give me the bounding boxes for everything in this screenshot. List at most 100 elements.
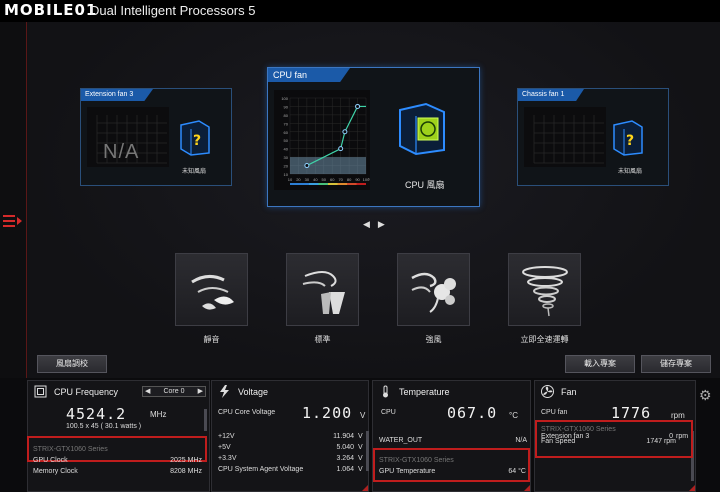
- mode-standard-button[interactable]: [286, 253, 359, 326]
- voltage-row-value: 1.064: [336, 466, 354, 473]
- fan-card-cpu[interactable]: CPU fan 100 90 80 70 60 50 40 30 20 10 10 20 30 40 50 6…: [267, 67, 480, 207]
- voltage-panel: Voltage CPU Core Voltage 1.200 V +12V 11…: [211, 380, 369, 492]
- voltage-row-label: CPU System Agent Voltage: [218, 466, 304, 473]
- resize-corner: [524, 485, 530, 491]
- resize-corner: [689, 485, 695, 491]
- x-tick-label: 20: [296, 177, 301, 182]
- temp-color-strip: [318, 183, 328, 185]
- resize-corner: [362, 485, 368, 491]
- temperature-main-value: 067.0: [447, 404, 498, 422]
- core-select[interactable]: ◀ Core 0 ▶: [142, 386, 206, 397]
- menu-icon[interactable]: [3, 215, 22, 229]
- prev-arrow[interactable]: ◀: [363, 219, 378, 229]
- cpu-fan-icon: [399, 102, 445, 156]
- save-profile-button[interactable]: 儲存專案: [641, 355, 711, 373]
- mode-turbo-button[interactable]: [397, 253, 470, 326]
- voltage-main-value: 1.200: [302, 404, 353, 422]
- x-axis-unit: °C: [368, 177, 370, 182]
- voltage-main-unit: V: [360, 411, 366, 420]
- core-prev-icon[interactable]: ◀: [145, 387, 150, 396]
- voltage-row-label: +12V: [218, 433, 235, 440]
- title-bar: MOBILE01 Dual Intelligent Processors 5: [0, 0, 720, 22]
- unknown-fan-label: 未知風扇: [618, 169, 643, 175]
- x-tick-label: 90: [355, 177, 360, 182]
- mode-silent-button[interactable]: [175, 253, 248, 326]
- voltage-row-unit: V: [358, 444, 363, 451]
- cpu-frequency-unit: MHz: [150, 410, 167, 419]
- temp-color-strip: [347, 183, 357, 185]
- cpu-frequency-value: 4524.2: [66, 405, 127, 423]
- unknown-fan-label: 未知風扇: [182, 169, 207, 175]
- mode-full-speed-label: 立即全速運轉: [520, 335, 569, 344]
- voltage-row-value: 11.904: [333, 433, 354, 440]
- silent-zone-area: [290, 157, 366, 174]
- fan-curve-point[interactable]: [304, 163, 310, 169]
- y-tick-label: 70: [284, 121, 289, 126]
- mode-full-speed-button[interactable]: [508, 253, 581, 326]
- y-tick-label: 80: [284, 113, 289, 118]
- gpu-clock-value: 2025 MHz: [170, 457, 202, 464]
- fan-card-extension-3[interactable]: Extension fan 3 N/A ? 未知風扇: [80, 88, 232, 186]
- fan-curve-point[interactable]: [338, 146, 344, 152]
- temp-color-strip: [290, 183, 300, 185]
- cpu-fan-label: CPU 風扇: [405, 180, 445, 190]
- voltage-row-value: 5.040: [336, 444, 354, 451]
- gpu-series-label: STRIX-GTX1060 Series: [541, 426, 616, 433]
- fan-card-title: Chassis fan 1: [518, 89, 584, 101]
- thermometer-icon: [383, 385, 388, 398]
- next-arrow[interactable]: ▶: [378, 219, 393, 229]
- standard-wind-icon: [302, 271, 345, 314]
- memory-clock-label: Memory Clock: [33, 468, 78, 475]
- gpu-clock-label: GPU Clock: [33, 457, 68, 464]
- core-select-value: Core 0: [163, 388, 185, 395]
- cpu-chip-icon: [34, 385, 47, 398]
- voltage-row-unit: V: [358, 433, 363, 440]
- temperature-main-label: CPU: [381, 409, 396, 416]
- fan-graph-empty: [524, 107, 606, 167]
- gpu-fan-speed-value: 1747 rpm: [646, 438, 676, 445]
- fan-card-title: Extension fan 3: [81, 89, 153, 101]
- full-speed-tornado-icon: [522, 266, 568, 317]
- fan-curve-point[interactable]: [355, 103, 361, 109]
- cpu-fan-curve-chart[interactable]: 10090807060504030201010 20 30 40 50 60 70 80 90 1…: [274, 90, 370, 190]
- mode-silent-label: 靜音: [203, 335, 220, 344]
- panel-title: Voltage: [238, 387, 269, 397]
- core-next-icon[interactable]: ▶: [198, 387, 203, 396]
- x-tick-label: 70: [338, 177, 343, 182]
- voltage-row-unit: V: [358, 466, 363, 473]
- temp-color-strip: [309, 183, 319, 185]
- empty-grid-icon: [533, 115, 604, 164]
- fan-card-chassis-1[interactable]: Chassis fan 1 ? 未知風扇: [517, 88, 669, 186]
- gpu-temperature-value: 64 °C: [508, 468, 526, 475]
- fan-tuning-button[interactable]: 風扇調校: [37, 355, 107, 373]
- x-tick-label: 80: [347, 177, 352, 182]
- cpu-frequency-detail: 100.5 x 45 ( 30.1 watts ): [66, 423, 142, 430]
- panel-title: Temperature: [399, 387, 450, 397]
- voltage-row-value: 3.264: [336, 455, 354, 462]
- y-tick-label: 90: [284, 104, 289, 109]
- svg-text:?: ?: [193, 133, 201, 149]
- fan-curve-point[interactable]: [342, 129, 348, 135]
- voltage-row-unit: V: [358, 455, 363, 462]
- y-tick-label: 60: [284, 130, 289, 135]
- gpu-temperature-box: [373, 448, 530, 482]
- gpu-fan-speed-label: Fan Speed: [541, 438, 576, 445]
- fan-main-unit: rpm: [671, 411, 685, 420]
- gpu-temperature-label: GPU Temperature: [379, 468, 436, 475]
- y-tick-label: 50: [284, 138, 289, 143]
- mode-turbo-label: 強風: [425, 335, 442, 344]
- scrollbar[interactable]: [366, 431, 369, 471]
- logo: MOBILE01: [4, 1, 97, 19]
- silent-leaf-icon: [191, 275, 234, 310]
- x-tick-label: 10: [288, 177, 293, 182]
- na-text: N/A: [103, 141, 140, 163]
- temperature-main-unit: °C: [509, 411, 518, 420]
- scrollbar[interactable]: [204, 409, 207, 431]
- settings-gear-icon[interactable]: ⚙: [699, 387, 712, 404]
- water-out-value: N/A: [515, 437, 527, 444]
- load-profile-button[interactable]: 載入專案: [565, 355, 635, 373]
- app-window: MOBILE01 Dual Intelligent Processors 5 E…: [0, 0, 720, 492]
- unknown-fan-icon: ?: [613, 120, 643, 156]
- lightning-icon: [220, 385, 229, 398]
- panel-title: CPU Frequency: [54, 387, 119, 397]
